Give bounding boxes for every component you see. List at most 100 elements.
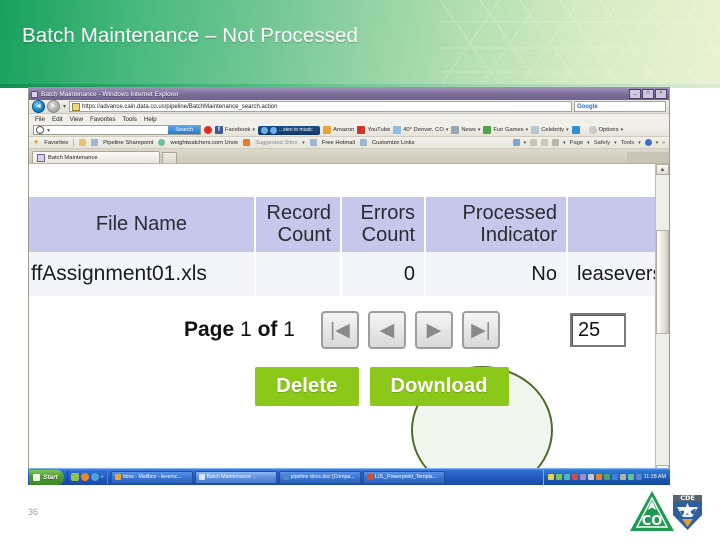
help-icon[interactable] xyxy=(644,139,652,146)
chevron-down-icon[interactable]: ▾ xyxy=(656,140,659,146)
command-safety[interactable]: Safety xyxy=(594,140,610,146)
favorites-button-label[interactable]: Favorites xyxy=(44,140,68,146)
taskbar-button-inbox[interactable]: nbox - Mailbox - leversc... xyxy=(110,470,193,484)
toolbar-search-button[interactable]: Search xyxy=(168,126,200,134)
browser-search-box[interactable]: Google xyxy=(574,101,666,112)
first-page-button[interactable]: |◀ xyxy=(320,311,359,349)
feeds-icon[interactable] xyxy=(530,139,538,146)
chevron-down-icon[interactable]: ▾ xyxy=(446,127,449,133)
column-header-errors-count[interactable]: Errors Count xyxy=(341,197,426,253)
tray-icon[interactable] xyxy=(563,474,570,480)
last-page-button[interactable]: ▶| xyxy=(461,311,500,349)
tray-icon[interactable] xyxy=(579,474,586,480)
previous-page-button[interactable]: ◀ xyxy=(367,311,406,349)
favorite-link-pipeline-sharepoint[interactable]: Pipeline Sharepoint xyxy=(103,140,153,146)
toolbar-item-youtube[interactable]: YouTube xyxy=(357,126,390,134)
system-clock[interactable]: 11:28 AM xyxy=(644,474,666,480)
toolbar-search-input[interactable]: ▾ Search xyxy=(33,125,201,135)
back-button[interactable]: ◄ xyxy=(32,100,45,113)
menu-item-help[interactable]: Help xyxy=(144,116,157,123)
chevron-down-icon[interactable]: ▾ xyxy=(478,127,481,133)
stop-icon[interactable] xyxy=(269,126,277,134)
vertical-scroll-thumb[interactable] xyxy=(656,230,669,334)
toolbar-item-amazon[interactable]: Amazon xyxy=(323,126,354,134)
start-button[interactable]: Start xyxy=(29,469,64,485)
download-button[interactable]: Download xyxy=(369,366,509,406)
toolbar-item-options[interactable]: Options ▾ xyxy=(588,126,624,134)
chevron-down-icon[interactable]: ▾ xyxy=(563,140,566,146)
table-row[interactable]: ffAssignment01.xls 0 No leaseverson_ xyxy=(29,252,656,297)
chevron-down-icon[interactable]: ▾ xyxy=(252,127,255,133)
page-size-input[interactable]: 25 xyxy=(569,313,626,347)
internet-explorer-icon[interactable] xyxy=(90,473,99,481)
new-tab-button[interactable] xyxy=(162,152,177,163)
toolbar-item-facebook[interactable]: f Facebook ▾ xyxy=(215,126,255,134)
firefox-icon[interactable] xyxy=(80,473,89,481)
chevron-down-icon[interactable]: ▾ xyxy=(302,140,305,146)
tray-icon[interactable] xyxy=(627,474,634,480)
taskbar-button-pipeline-docs[interactable]: pipeline docs.doc [Compa... xyxy=(278,470,361,484)
tray-icon[interactable] xyxy=(611,474,618,480)
play-icon[interactable] xyxy=(260,126,268,134)
toolbar-item-weather[interactable]: 40° Denver, CO ▾ xyxy=(393,126,448,134)
column-header-record-count[interactable]: Record Count xyxy=(255,197,342,253)
favorite-link-suggested-sites[interactable]: Suggested Sites xyxy=(255,140,297,146)
next-page-button[interactable]: ▶ xyxy=(414,311,453,349)
command-tools[interactable]: Tools xyxy=(621,140,635,146)
toolbar-item-fun-games[interactable]: Fun Games ▾ xyxy=(483,126,528,134)
tray-icon[interactable] xyxy=(555,474,562,480)
address-input[interactable]: https://advance.cain.data.co.us/pipeline… xyxy=(69,101,572,112)
scroll-up-button[interactable]: ▲ xyxy=(656,164,669,175)
quick-launch-overflow-icon[interactable]: » xyxy=(101,474,104,480)
favorites-star-icon[interactable]: ★ xyxy=(33,139,39,146)
history-dropdown-icon[interactable]: ▾ xyxy=(62,103,67,110)
delete-button[interactable]: Delete xyxy=(255,366,359,406)
tray-icon[interactable] xyxy=(595,474,602,480)
favorite-link-weightwatchers[interactable]: weightwatchers.com Ursie xyxy=(170,140,238,146)
chevron-down-icon[interactable]: ▾ xyxy=(46,127,51,134)
menu-item-view[interactable]: View xyxy=(70,116,83,123)
chevron-down-icon[interactable]: ▾ xyxy=(614,140,617,146)
menu-item-file[interactable]: File xyxy=(35,116,45,123)
favorite-link-customize-links[interactable]: Customize Links xyxy=(372,140,415,146)
close-button[interactable]: × xyxy=(655,89,667,99)
tray-icon[interactable] xyxy=(587,474,594,480)
gmail-icon[interactable] xyxy=(204,126,212,134)
menu-item-tools[interactable]: Tools xyxy=(122,116,136,123)
maximize-button[interactable]: □ xyxy=(642,89,654,99)
menu-item-favorites[interactable]: Favorites xyxy=(90,116,115,123)
tab-batch-maintenance[interactable]: Batch Maintenance xyxy=(32,151,160,163)
tray-icon[interactable] xyxy=(619,474,626,480)
tray-icon[interactable] xyxy=(571,474,578,480)
forward-button[interactable]: ► xyxy=(47,100,60,113)
favorite-link-free-hotmail[interactable]: Free Hotmail xyxy=(322,140,355,146)
vertical-scrollbar[interactable]: ▲ ▼ xyxy=(655,164,669,476)
home-icon[interactable] xyxy=(512,139,520,146)
minimize-button[interactable]: _ xyxy=(629,89,641,99)
toolbar-item-music[interactable]: ...sten to music ▾ xyxy=(257,125,321,135)
show-desktop-icon[interactable] xyxy=(70,473,79,481)
share-icon[interactable] xyxy=(571,126,580,134)
chevron-down-icon[interactable]: ▾ xyxy=(638,140,641,146)
taskbar-button-batch-maintenance[interactable]: Batch Maintenance ... xyxy=(194,470,277,484)
chevron-down-icon[interactable]: ▾ xyxy=(315,127,318,133)
column-header-processed-indicator[interactable]: Processed Indicator xyxy=(425,197,568,253)
toolbar-item-celebrity[interactable]: Celebrity ▾ xyxy=(531,126,569,134)
taskbar-button-powerpoint-template[interactable]: LUL_Powerpoint_Templa... xyxy=(362,470,445,484)
toolbar-item-news[interactable]: News ▾ xyxy=(451,126,480,134)
column-header-file-name[interactable]: File Name xyxy=(29,197,256,253)
tray-icon[interactable] xyxy=(547,474,554,480)
chevron-down-icon[interactable]: ▾ xyxy=(621,127,624,133)
tray-icon[interactable] xyxy=(635,474,642,480)
column-header-submitted[interactable]: Su xyxy=(567,197,656,253)
menu-item-edit[interactable]: Edit xyxy=(52,116,63,123)
mail-icon[interactable] xyxy=(541,139,549,146)
print-icon[interactable] xyxy=(552,139,560,146)
command-page[interactable]: Page xyxy=(570,140,584,146)
chevron-down-icon[interactable]: ▾ xyxy=(587,140,590,146)
overflow-icon[interactable]: » xyxy=(662,140,665,146)
chevron-down-icon[interactable]: ▾ xyxy=(566,127,569,133)
chevron-down-icon[interactable]: ▾ xyxy=(526,127,529,133)
tray-icon[interactable] xyxy=(603,474,610,480)
chevron-down-icon[interactable]: ▾ xyxy=(524,140,527,146)
